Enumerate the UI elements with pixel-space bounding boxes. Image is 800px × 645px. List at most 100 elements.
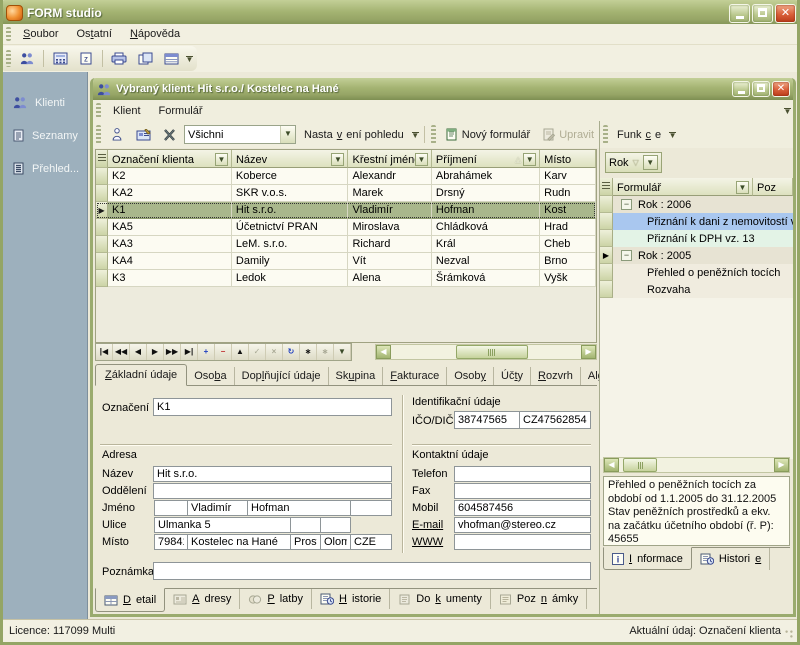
close-button[interactable]: ✕ [775,4,796,23]
scroll-right-icon[interactable]: ▶ [774,458,789,472]
client-menu-grip[interactable] [96,103,101,118]
row-selector[interactable] [600,281,613,298]
tab-historie[interactable]: Historie [692,548,770,570]
tree-row[interactable]: ▶ −Rok : 2005 [600,247,793,264]
tree-row[interactable]: −Rok : 2006 [600,196,793,213]
ulice-field[interactable] [154,517,291,533]
last-record-button[interactable]: ▶| [181,344,198,360]
functions-toolbar-grip[interactable] [603,125,608,144]
forms-horizontal-scrollbar[interactable]: ◀ ▶ [603,457,790,473]
table-row[interactable]: K2KoberceAlexandrAbrahámekKarv [96,168,596,185]
sidebar-item-klienti[interactable]: Klienti [3,90,87,115]
tab-detail[interactable]: Detail [95,588,165,612]
chevron-down-icon[interactable]: ▼ [643,155,658,170]
row-selector[interactable] [600,230,613,247]
resize-grip[interactable] [783,628,795,640]
client-toolbar-grip[interactable] [96,125,101,144]
row-selector[interactable] [96,168,108,185]
tree-row[interactable]: Přehled o peněžních tocích [600,264,793,281]
maximize-button[interactable] [752,4,773,23]
tab-historie[interactable]: Historie [312,589,390,609]
collapse-icon[interactable]: − [621,250,632,261]
column-chooser-icon[interactable] [600,178,613,196]
collapse-icon[interactable]: − [621,199,632,210]
zeme-field[interactable] [350,534,392,550]
table-row[interactable]: KA2SKR v.o.s.MarekDrsnýRudn [96,185,596,202]
kraj-field[interactable] [320,534,351,550]
first-record-button[interactable]: |◀ [96,344,113,360]
tab-osoba[interactable]: Osoba [187,367,234,385]
column-header-2[interactable]: Křestní jméno ▼ [348,150,431,168]
goto-bookmark-button[interactable]: ∗ [317,344,334,360]
person-icon-button[interactable] [105,124,129,145]
scroll-left-icon[interactable]: ◀ [376,345,391,359]
prior-page-button[interactable]: ◀◀ [113,344,130,360]
table-row[interactable]: K3LedokAlenaŠrámkováVyšk [96,270,596,287]
copy-icon-button[interactable] [133,48,157,69]
column-header-3[interactable]: Příjmení△ ▼ [432,150,540,168]
dic-field[interactable] [519,411,591,429]
tab--ty[interactable]: Účty [494,367,531,385]
grid-horizontal-scrollbar[interactable]: ◀ ▶ [375,344,597,360]
client-minimize-button[interactable] [732,81,750,97]
psc-field[interactable] [154,534,188,550]
telefon-field[interactable] [454,466,591,482]
chevron-down-icon[interactable]: ▼ [215,153,228,166]
group-by-rok-button[interactable]: Rok ▽ ▼ [605,152,662,173]
tab-platby[interactable]: Platby [240,589,312,609]
tab-z-kladn-daje[interactable]: Základní údaje [95,364,187,386]
edit-form-button[interactable]: Upravit [536,126,600,143]
obec-field[interactable] [187,534,291,550]
row-selector[interactable] [96,219,108,236]
card-edit-icon-button[interactable] [131,124,155,145]
menu-item-Nápověda[interactable]: Nápověda [121,26,189,42]
row-selector[interactable] [96,270,108,287]
column-header-0[interactable]: Označení klienta ▼ [108,150,232,168]
tree-row[interactable]: Rozvaha [600,281,793,298]
post-edit-button[interactable]: ✓ [249,344,266,360]
column-header-4[interactable]: Místo [540,150,596,168]
client-close-button[interactable]: ✕ [772,81,790,97]
list-icon-button[interactable] [159,48,183,69]
form-toolbar-grip[interactable] [431,125,436,144]
column-chooser-icon[interactable] [96,150,108,168]
filter-button[interactable]: ▼ [334,344,351,360]
scroll-right-icon[interactable]: ▶ [581,345,596,359]
tree-row[interactable]: Přiznání k dani z nemovitostí vz [600,213,793,230]
menu-item-Ostatní[interactable]: Ostatní [67,26,120,42]
print-icon-button[interactable] [107,48,131,69]
tree-row[interactable]: Přiznání k DPH vz. 13 [600,230,793,247]
tab-fakturace[interactable]: Fakturace [383,367,447,385]
delete-record-button[interactable]: − [215,344,232,360]
row-selector[interactable] [96,185,108,202]
tab-dokumenty[interactable]: Dokumenty [390,589,491,609]
menu-overflow-icon[interactable]: ▼ [782,100,793,121]
forms-icon-button[interactable]: z [74,48,98,69]
mobil-field[interactable] [454,500,591,516]
www-link-label[interactable]: WWW [412,536,443,548]
insert-record-button[interactable]: + [198,344,215,360]
chevron-down-icon[interactable]: ▼ [415,153,428,166]
refresh-button[interactable]: ↻ [283,344,300,360]
table-row[interactable]: KA5Účetnictví PRANMiroslavaChládkováHrad [96,219,596,236]
edit-record-button[interactable]: ▲ [232,344,249,360]
tab-osoby[interactable]: Osoby [447,367,494,385]
table-row[interactable]: ▶K1Hit s.r.o.VladimírHofmanKost [96,202,596,219]
menu-item-Soubor[interactable]: Soubor [14,26,67,42]
prijmeni-field[interactable] [247,500,351,516]
oddeleni-field[interactable] [153,483,392,499]
www-field[interactable] [454,534,591,550]
menu-grip[interactable] [6,27,11,41]
ulice-c1-field[interactable] [290,517,321,533]
chevron-down-icon[interactable]: ▼ [736,181,749,194]
row-selector[interactable] [96,253,108,270]
poznamka-column-header[interactable]: Poz [753,178,793,196]
column-header-1[interactable]: Název ▼ [232,150,349,168]
row-selector[interactable]: ▶ [600,247,613,264]
email-field[interactable] [454,517,591,533]
nazev-field[interactable] [153,466,392,482]
view-settings-button[interactable]: Nastavení pohledu [298,127,410,143]
toolbar-overflow-icon[interactable]: ▼ [410,124,421,145]
oznaceni-field[interactable] [153,398,392,416]
chevron-down-icon[interactable]: ▼ [523,153,536,166]
